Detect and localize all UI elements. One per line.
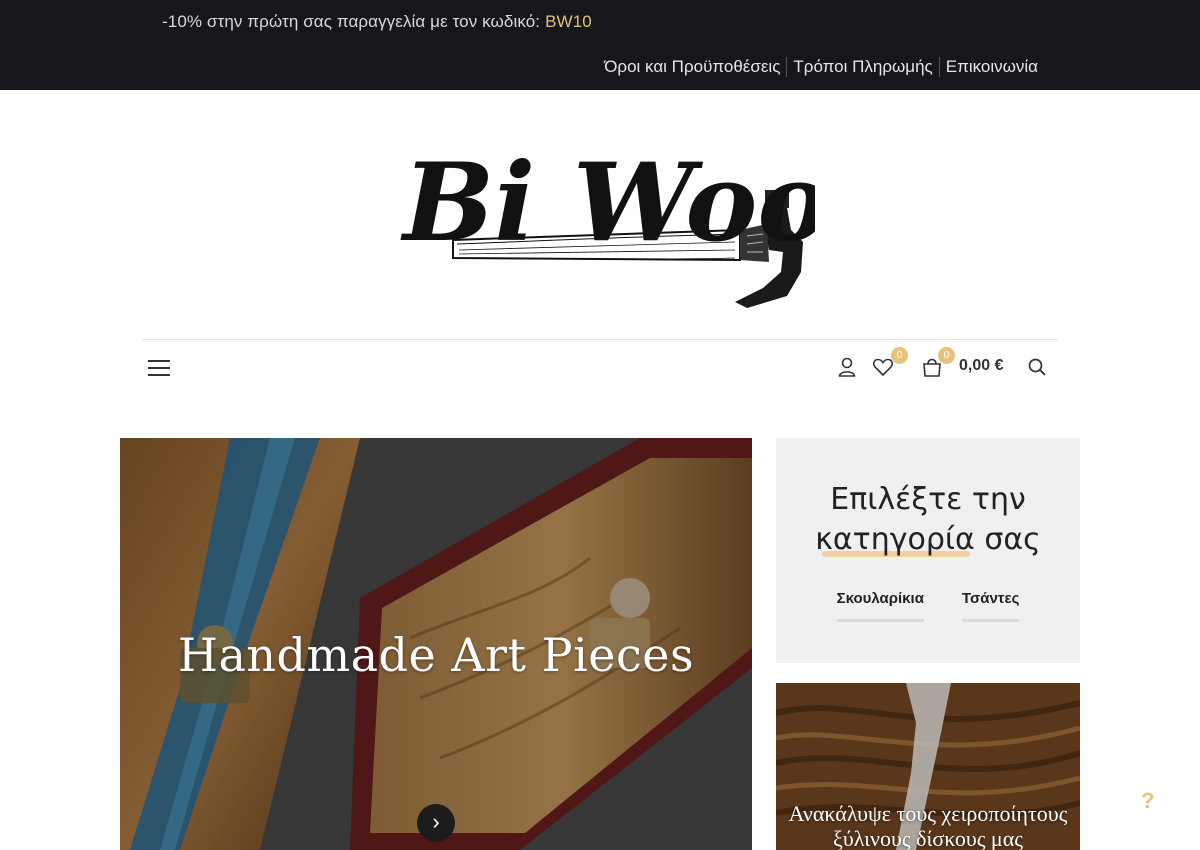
header-actions: 0 0 0,00 € bbox=[834, 347, 1064, 386]
category-heading-line2: σας bbox=[984, 522, 1041, 557]
hero-title: Handmade Art Pieces bbox=[177, 628, 695, 682]
payment-methods-link[interactable]: Τρόποι Πληρωμής bbox=[787, 57, 938, 77]
site-logo[interactable]: Bi Wood bbox=[395, 112, 905, 317]
logo-wordmark: Bi Wood bbox=[400, 140, 815, 266]
slider-next-button[interactable]: › bbox=[417, 804, 455, 842]
search-icon[interactable] bbox=[1026, 356, 1048, 378]
user-icon[interactable] bbox=[836, 356, 858, 378]
nav-divider bbox=[142, 339, 1058, 340]
menu-icon[interactable] bbox=[148, 358, 170, 376]
category-heading: Επιλέξτε την κατηγορία σας bbox=[776, 480, 1080, 560]
top-bar: -10% στην πρώτη σας παραγγελία με τον κω… bbox=[0, 0, 1200, 90]
promo-text: -10% στην πρώτη σας παραγγελία με τον κω… bbox=[162, 12, 541, 31]
promo-banner: -10% στην πρώτη σας παραγγελία με τον κω… bbox=[162, 12, 592, 32]
top-links: Όροι και Προϋποθέσεις Τρόποι Πληρωμής Επ… bbox=[598, 57, 1038, 77]
biwood-logo-image: Bi Wood bbox=[400, 140, 905, 308]
category-heading-line1: Επιλέξτε την bbox=[830, 482, 1026, 517]
promo-code: BW10 bbox=[545, 12, 592, 31]
help-question-icon[interactable]: ? bbox=[1141, 788, 1154, 814]
hero-slider[interactable]: Handmade Art Pieces › bbox=[120, 438, 752, 850]
tile-caption: Ανακάλυψε τους χειροποίητους ξύλινους δί… bbox=[776, 801, 1080, 850]
category-chooser: Επιλέξτε την κατηγορία σας Σκουλαρίκια Τ… bbox=[776, 438, 1080, 663]
category-link-earrings[interactable]: Σκουλαρίκια bbox=[836, 590, 924, 622]
wishlist-count-badge: 0 bbox=[891, 347, 908, 364]
tile-caption-line2: ξύλινους δίσκους μας bbox=[833, 826, 1023, 850]
terms-link[interactable]: Όροι και Προϋποθέσεις bbox=[598, 57, 786, 77]
tile-caption-line1: Ανακάλυψε τους χειροποίητους bbox=[788, 801, 1068, 826]
category-heading-highlight-word: κατηγορία bbox=[815, 522, 975, 557]
heart-icon[interactable] bbox=[872, 356, 894, 378]
trays-promo-tile[interactable]: Ανακάλυψε τους χειροποίητους ξύλινους δί… bbox=[776, 683, 1080, 850]
cart-total[interactable]: 0,00 € bbox=[959, 357, 1003, 375]
category-links: Σκουλαρίκια Τσάντες bbox=[776, 590, 1080, 622]
category-link-bags[interactable]: Τσάντες bbox=[961, 590, 1020, 622]
cart-count-badge: 0 bbox=[938, 347, 955, 364]
contact-link[interactable]: Επικοινωνία bbox=[940, 57, 1038, 77]
